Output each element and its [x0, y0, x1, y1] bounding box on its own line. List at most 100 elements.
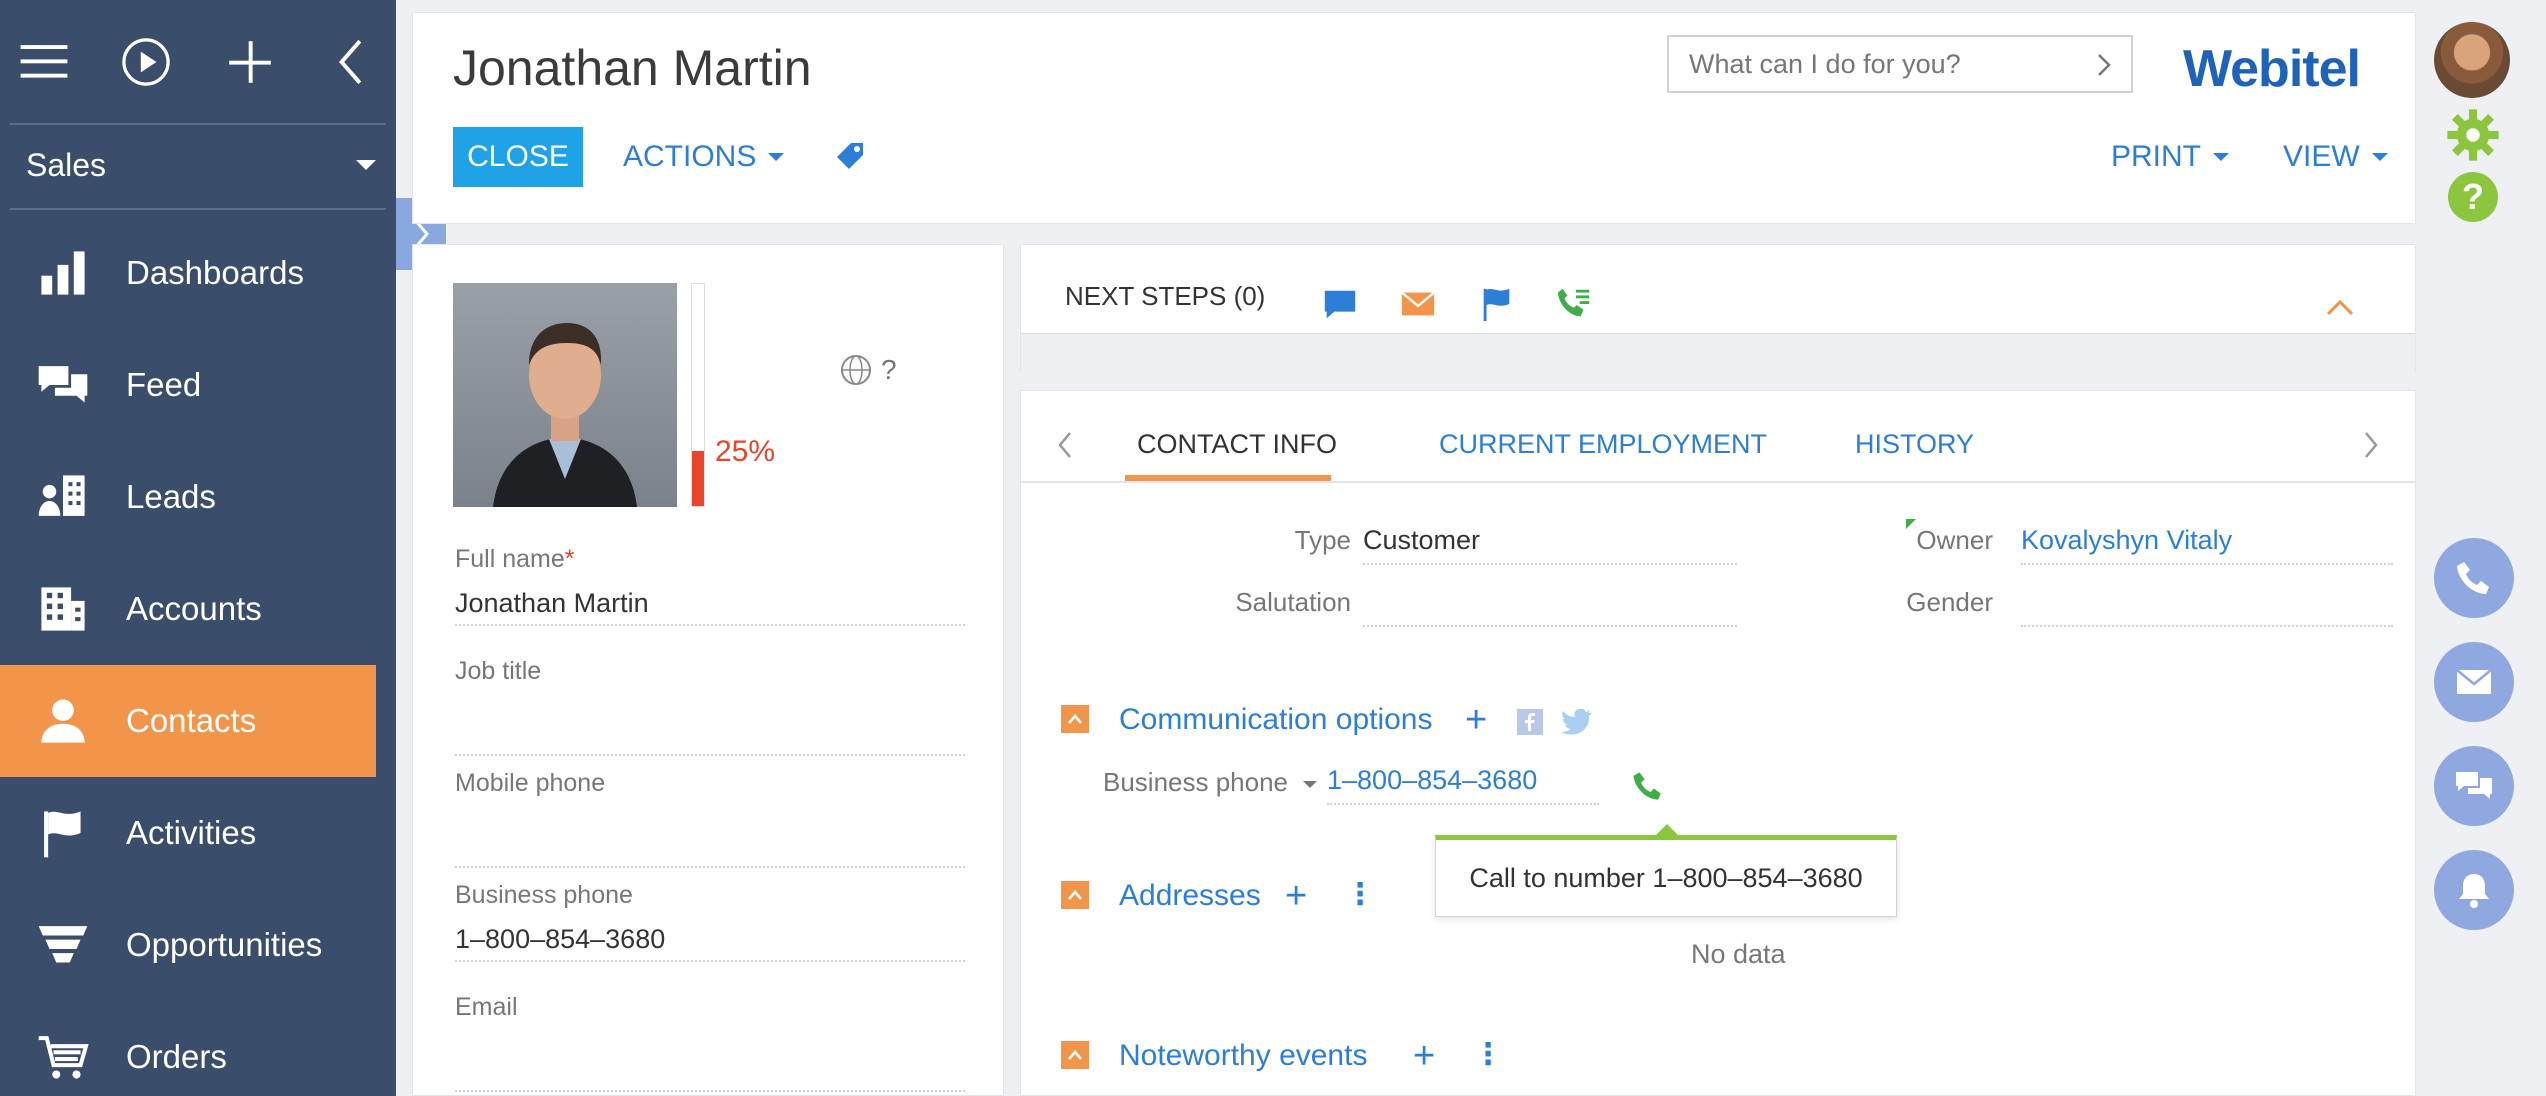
chevron-up-icon — [1067, 889, 1083, 901]
phone-type-select[interactable]: Business phone — [1103, 767, 1317, 798]
print-button[interactable]: PRINT — [2111, 127, 2229, 187]
twitter-icon[interactable] — [1561, 709, 1593, 735]
activities-icon — [0, 806, 126, 860]
phone-icon — [2454, 558, 2494, 598]
more-icon[interactable]: ⋮ — [1473, 1037, 1503, 1072]
sidebar-item-orders[interactable]: Orders — [0, 1001, 376, 1096]
notifications-button[interactable] — [2434, 850, 2514, 930]
chat-button[interactable] — [2434, 746, 2514, 826]
sidebar: Sales Dashboards Feed Leads Accounts Con… — [0, 0, 396, 1096]
mobile-phone-field: Mobile phone — [455, 769, 965, 868]
job-title-input[interactable] — [455, 718, 965, 756]
type-input[interactable]: Customer — [1363, 525, 1737, 565]
chevron-up-icon[interactable] — [2325, 297, 2355, 317]
more-icon[interactable]: ⋮ — [1345, 877, 1375, 912]
chevron-up-icon — [1067, 1049, 1083, 1061]
divider — [10, 208, 386, 210]
menu-icon[interactable] — [14, 32, 74, 92]
completeness-bar — [691, 283, 705, 507]
collapse-sidebar-icon[interactable] — [322, 32, 382, 92]
communication-section-title[interactable]: Communication options — [1119, 703, 1433, 737]
phone-type-label: Business phone — [1103, 767, 1288, 797]
call-list-icon[interactable] — [1555, 285, 1593, 323]
feed-icon — [0, 358, 126, 412]
call-button[interactable] — [2434, 538, 2514, 618]
chevron-right-icon — [2095, 51, 2115, 79]
next-steps-panel: NEXT STEPS (0) — [1020, 244, 2416, 372]
search-input[interactable]: What can I do for you? — [1667, 35, 2133, 93]
phone-icon[interactable] — [1631, 769, 1665, 803]
view-button[interactable]: VIEW — [2283, 127, 2388, 187]
sidebar-item-feed[interactable]: Feed — [0, 329, 376, 441]
actions-button[interactable]: ACTIONS — [623, 127, 784, 187]
job-title-field: Job title — [455, 657, 965, 756]
chevron-left-icon[interactable] — [1055, 429, 1075, 461]
email-input[interactable] — [455, 1054, 965, 1092]
completeness-fill — [692, 451, 704, 507]
workspace-select[interactable]: Sales — [26, 135, 376, 195]
next-steps-divider — [1021, 333, 2415, 373]
timezone-button[interactable]: ? — [839, 353, 897, 387]
view-label: VIEW — [2283, 140, 2360, 174]
contacts-icon — [0, 694, 126, 748]
gender-label: Gender — [1906, 587, 1993, 618]
workspace-label: Sales — [26, 147, 106, 184]
message-icon[interactable] — [1321, 285, 1359, 323]
chevron-down-icon — [2372, 153, 2388, 161]
chevron-right-icon[interactable] — [2361, 429, 2381, 461]
gender-input[interactable] — [2021, 587, 2393, 627]
sidebar-toolbar — [0, 0, 396, 125]
sidebar-item-activities[interactable]: Activities — [0, 777, 376, 889]
sidebar-item-label: Dashboards — [126, 254, 304, 292]
play-icon[interactable] — [116, 32, 176, 92]
events-section-title[interactable]: Noteworthy events — [1119, 1039, 1367, 1073]
add-address-button[interactable]: + — [1285, 877, 1307, 915]
chevron-down-icon — [1303, 781, 1317, 788]
mobile-phone-input[interactable] — [455, 830, 965, 868]
business-phone-value[interactable]: 1–800–854–3680 — [1327, 765, 1599, 805]
field-label: Job title — [455, 657, 965, 686]
leads-icon — [0, 470, 126, 524]
add-communication-button[interactable]: + — [1465, 701, 1487, 739]
sidebar-item-accounts[interactable]: Accounts — [0, 553, 376, 665]
salutation-input[interactable] — [1363, 587, 1737, 627]
bell-icon — [2454, 870, 2494, 910]
communication-collapse-toggle[interactable] — [1061, 705, 1089, 733]
sidebar-item-leads[interactable]: Leads — [0, 441, 376, 553]
tab-history[interactable]: HISTORY — [1855, 429, 1974, 460]
sidebar-item-label: Opportunities — [126, 926, 322, 964]
search-placeholder: What can I do for you? — [1689, 49, 1961, 80]
tag-button[interactable] — [835, 127, 867, 187]
actions-label: ACTIONS — [623, 140, 756, 174]
sidebar-item-label: Accounts — [126, 590, 262, 628]
chat-icon — [2454, 766, 2494, 806]
flag-icon[interactable] — [1477, 285, 1515, 323]
close-button[interactable]: CLOSE — [453, 127, 583, 187]
addresses-section-title[interactable]: Addresses — [1119, 879, 1261, 913]
chevron-down-icon — [2213, 153, 2229, 161]
owner-input[interactable]: Kovalyshyn Vitaly — [2021, 525, 2393, 565]
tab-current-employment[interactable]: CURRENT EMPLOYMENT — [1439, 429, 1767, 460]
envelope-icon[interactable] — [1399, 285, 1437, 323]
call-tooltip[interactable]: Call to number 1–800–854–3680 — [1435, 835, 1897, 917]
business-phone-input[interactable]: 1–800–854–3680 — [455, 924, 965, 962]
help-icon[interactable]: ? — [2448, 172, 2498, 222]
sidebar-item-contacts[interactable]: Contacts — [0, 665, 376, 777]
contact-photo[interactable] — [453, 283, 677, 507]
plus-icon[interactable] — [220, 32, 280, 92]
events-collapse-toggle[interactable] — [1061, 1041, 1089, 1069]
facebook-icon[interactable] — [1517, 709, 1543, 735]
full-name-input[interactable]: Jonathan Martin — [455, 588, 965, 626]
sidebar-item-opportunities[interactable]: Opportunities — [0, 889, 376, 1001]
addresses-collapse-toggle[interactable] — [1061, 881, 1089, 909]
tab-contact-info[interactable]: CONTACT INFO — [1137, 429, 1337, 460]
avatar[interactable] — [2434, 22, 2510, 98]
accounts-icon — [0, 582, 126, 636]
chevron-up-icon — [1067, 713, 1083, 725]
business-phone-field: Business phone 1–800–854–3680 — [455, 881, 965, 962]
profile-card: 25% ? Full name* Jonathan Martin Job tit… — [412, 244, 1004, 1096]
sidebar-item-dashboards[interactable]: Dashboards — [0, 217, 376, 329]
email-button[interactable] — [2434, 642, 2514, 722]
add-event-button[interactable]: + — [1413, 1037, 1435, 1075]
gear-icon[interactable] — [2446, 108, 2500, 162]
